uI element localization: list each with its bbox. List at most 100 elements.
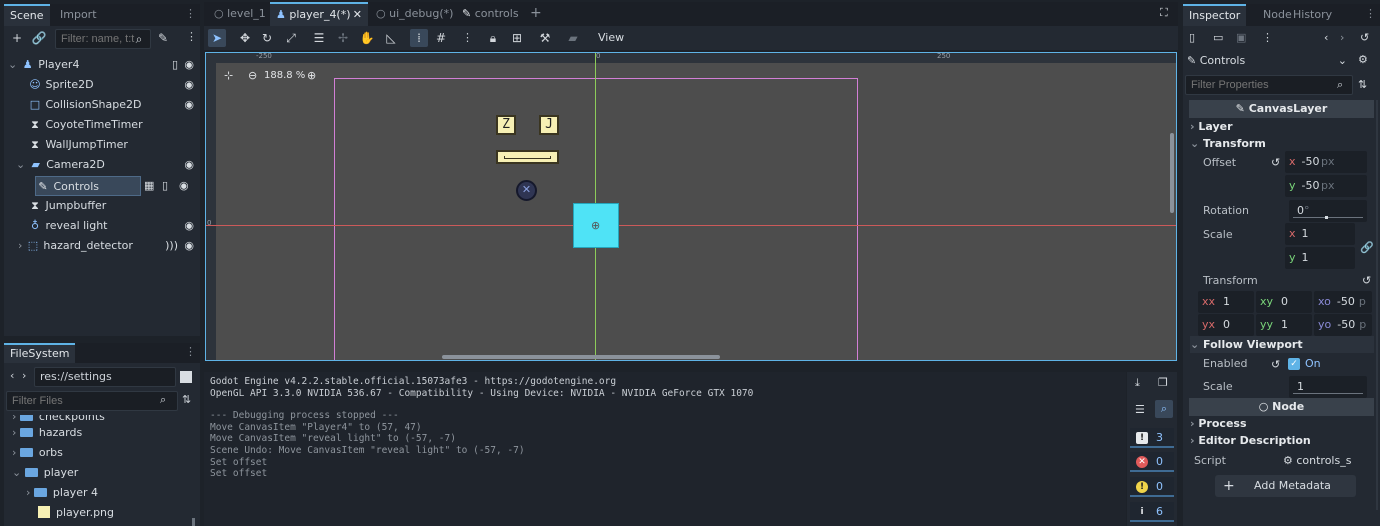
tab-player-4[interactable]: ♟ player_4(*) ✕	[270, 2, 368, 26]
add-tab-icon[interactable]: +	[530, 5, 542, 21]
tab-controls[interactable]: ✎ controls	[456, 2, 525, 26]
filter-errors-button[interactable]: ✕ 0	[1130, 452, 1174, 472]
offset-x-field[interactable]: x -50 px	[1285, 151, 1367, 173]
close-button-sprite[interactable]: ✕	[516, 180, 537, 201]
tree-item-controls[interactable]: ✎ Controls	[35, 176, 141, 196]
tree-item-reveal-light[interactable]: ♁ reveal light ◉	[28, 216, 202, 236]
link-icon[interactable]: 🔗	[30, 29, 48, 47]
fs-item-player-4[interactable]: › player 4	[26, 483, 98, 503]
filter-files-input[interactable]	[6, 391, 178, 411]
section-layer[interactable]: › Layer	[1190, 118, 1374, 135]
property-options-icon[interactable]: ⇅	[1358, 78, 1367, 91]
zoom-in-icon[interactable]: ⊕	[307, 69, 316, 82]
tree-item-coyotetimetimer[interactable]: ⧗ CoyoteTimeTimer	[28, 115, 202, 135]
collapse-icon[interactable]: ☰	[1135, 403, 1145, 416]
move-tool-icon[interactable]: ✥	[236, 29, 254, 47]
section-transform[interactable]: ⌄ Transform	[1190, 135, 1374, 152]
tab-scene[interactable]: Scene	[4, 4, 50, 26]
viewport-hscroll[interactable]	[442, 355, 720, 359]
rotate-tool-icon[interactable]: ↻	[258, 29, 276, 47]
history-forward-icon[interactable]: ›	[1340, 31, 1344, 44]
tree-item-hazard-detector[interactable]: › ⬚ hazard_detector ))) ◉	[18, 236, 202, 256]
script-attached-icon[interactable]: ▯	[162, 179, 168, 192]
transform-yo-field[interactable]: yo -50 p	[1314, 314, 1372, 336]
rotation-slider[interactable]	[1293, 217, 1363, 218]
dock-menu-icon[interactable]: ⋮	[1365, 7, 1376, 20]
pivot-tool-icon[interactable]: ✢	[334, 29, 352, 47]
scroll-follow-icon[interactable]: ⤓	[1135, 376, 1140, 390]
group-icon[interactable]: ⊞	[508, 29, 526, 47]
script-icon[interactable]: ✎	[154, 29, 172, 47]
ruler-top[interactable]: -250 0 250	[206, 53, 1176, 63]
tree-item-sprite2d[interactable]: ☺ Sprite2D ◉	[28, 75, 202, 95]
zoom-out-icon[interactable]: ⊖	[248, 69, 257, 82]
transform-xy-field[interactable]: xy 0	[1256, 291, 1312, 313]
key-space[interactable]	[496, 150, 559, 164]
visibility-icon[interactable]: ◉	[184, 155, 194, 175]
transform-yy-field[interactable]: yy 1	[1256, 314, 1312, 336]
revert-icon[interactable]: ↺	[1362, 274, 1371, 287]
visibility-icon[interactable]: ◉	[184, 236, 194, 256]
new-resource-icon[interactable]: ▯	[1189, 31, 1195, 44]
tab-history[interactable]: History	[1287, 4, 1338, 26]
object-tools-icon[interactable]: ⚙	[1358, 53, 1368, 66]
filter-all-button[interactable]: ! 3	[1130, 428, 1174, 448]
tree-item-player4[interactable]: ⌄ ♟ Player4 ▯ ◉	[8, 55, 202, 75]
filter-warnings-button[interactable]: ! 0	[1130, 477, 1174, 497]
revert-icon[interactable]: ↺	[1271, 156, 1280, 169]
visibility-icon[interactable]: ◉	[179, 179, 189, 192]
transform-xx-field[interactable]: xx 1	[1198, 291, 1254, 313]
rotation-slider-grabber[interactable]	[1325, 216, 1328, 219]
offset-y-field[interactable]: y -50 px	[1285, 175, 1367, 197]
distraction-free-icon[interactable]: ⛶	[1160, 6, 1168, 20]
dock-menu-icon[interactable]: ⋮	[185, 7, 196, 20]
filter-messages-button[interactable]: i6	[1130, 502, 1174, 522]
link-scale-icon[interactable]: 🔗	[1360, 241, 1374, 254]
transform-xo-field[interactable]: xo -50 p	[1314, 291, 1372, 313]
override-camera-icon[interactable]: ▰	[564, 29, 582, 47]
view-menu-button[interactable]: View	[598, 31, 624, 44]
visibility-icon[interactable]: ◉	[184, 55, 194, 75]
grid-snap-icon[interactable]: #	[432, 29, 450, 47]
script-field[interactable]: ⚙ controls_s	[1283, 451, 1375, 471]
follow-scale-slider[interactable]	[1293, 393, 1363, 394]
transform-yx-field[interactable]: yx 0	[1198, 314, 1254, 336]
add-node-icon[interactable]: +	[8, 29, 26, 47]
tree-item-collisionshape2d[interactable]: □ CollisionShape2D ◉	[28, 95, 202, 115]
ruler-tool-icon[interactable]: ◺	[382, 29, 400, 47]
zoom-level[interactable]: 188.8 %	[264, 70, 305, 81]
select-tool-icon[interactable]: ➤	[208, 29, 226, 47]
center-view-icon[interactable]: ⊹	[224, 69, 233, 82]
script-attached-icon[interactable]: ▯	[172, 55, 178, 75]
tab-inspector[interactable]: Inspector	[1183, 4, 1247, 26]
filesystem-path-field[interactable]: res://settings	[34, 367, 176, 387]
visibility-icon[interactable]: ◉	[184, 216, 194, 236]
add-metadata-button[interactable]: + Add Metadata	[1215, 475, 1356, 497]
bones-icon[interactable]: ⚒	[536, 29, 554, 47]
rotation-field[interactable]: 0°	[1289, 200, 1367, 222]
pan-tool-icon[interactable]: ✋	[358, 29, 376, 47]
follow-scale-field[interactable]: 1	[1289, 376, 1367, 398]
open-icon[interactable]: ▭	[1213, 31, 1223, 44]
list-select-icon[interactable]: ☰	[310, 29, 328, 47]
smart-snap-icon[interactable]: ⁞	[410, 29, 428, 47]
section-editor-description[interactable]: › Editor Description	[1190, 432, 1374, 449]
section-process[interactable]: › Process	[1190, 415, 1374, 432]
recent-history-icon[interactable]: ↺	[1360, 31, 1369, 44]
scale-y-field[interactable]: y1	[1285, 247, 1355, 269]
scale-tool-icon[interactable]: ⤢	[282, 29, 300, 47]
revert-icon[interactable]: ↺	[1271, 358, 1280, 371]
close-icon[interactable]: ✕	[353, 4, 362, 26]
clapper-icon[interactable]: ▦	[144, 179, 154, 192]
dock-menu-icon[interactable]: ⋮	[185, 345, 196, 358]
tab-ui-debug[interactable]: ○ ui_debug(*)	[370, 2, 459, 26]
toggle-split-icon[interactable]	[180, 371, 192, 383]
section-follow-viewport[interactable]: ⌄ Follow Viewport	[1190, 336, 1374, 353]
sort-icon[interactable]: ⇅	[182, 393, 191, 406]
tree-item-walljumptimer[interactable]: ⧗ WallJumpTimer	[28, 135, 202, 155]
forward-icon[interactable]: ›	[22, 369, 26, 382]
copy-icon[interactable]: ❐	[1158, 376, 1168, 389]
fs-item-hazards[interactable]: › hazards	[12, 423, 82, 443]
history-back-icon[interactable]: ‹	[1324, 31, 1328, 44]
inspected-object-selector[interactable]: ✎ Controls ⌄	[1187, 51, 1353, 71]
